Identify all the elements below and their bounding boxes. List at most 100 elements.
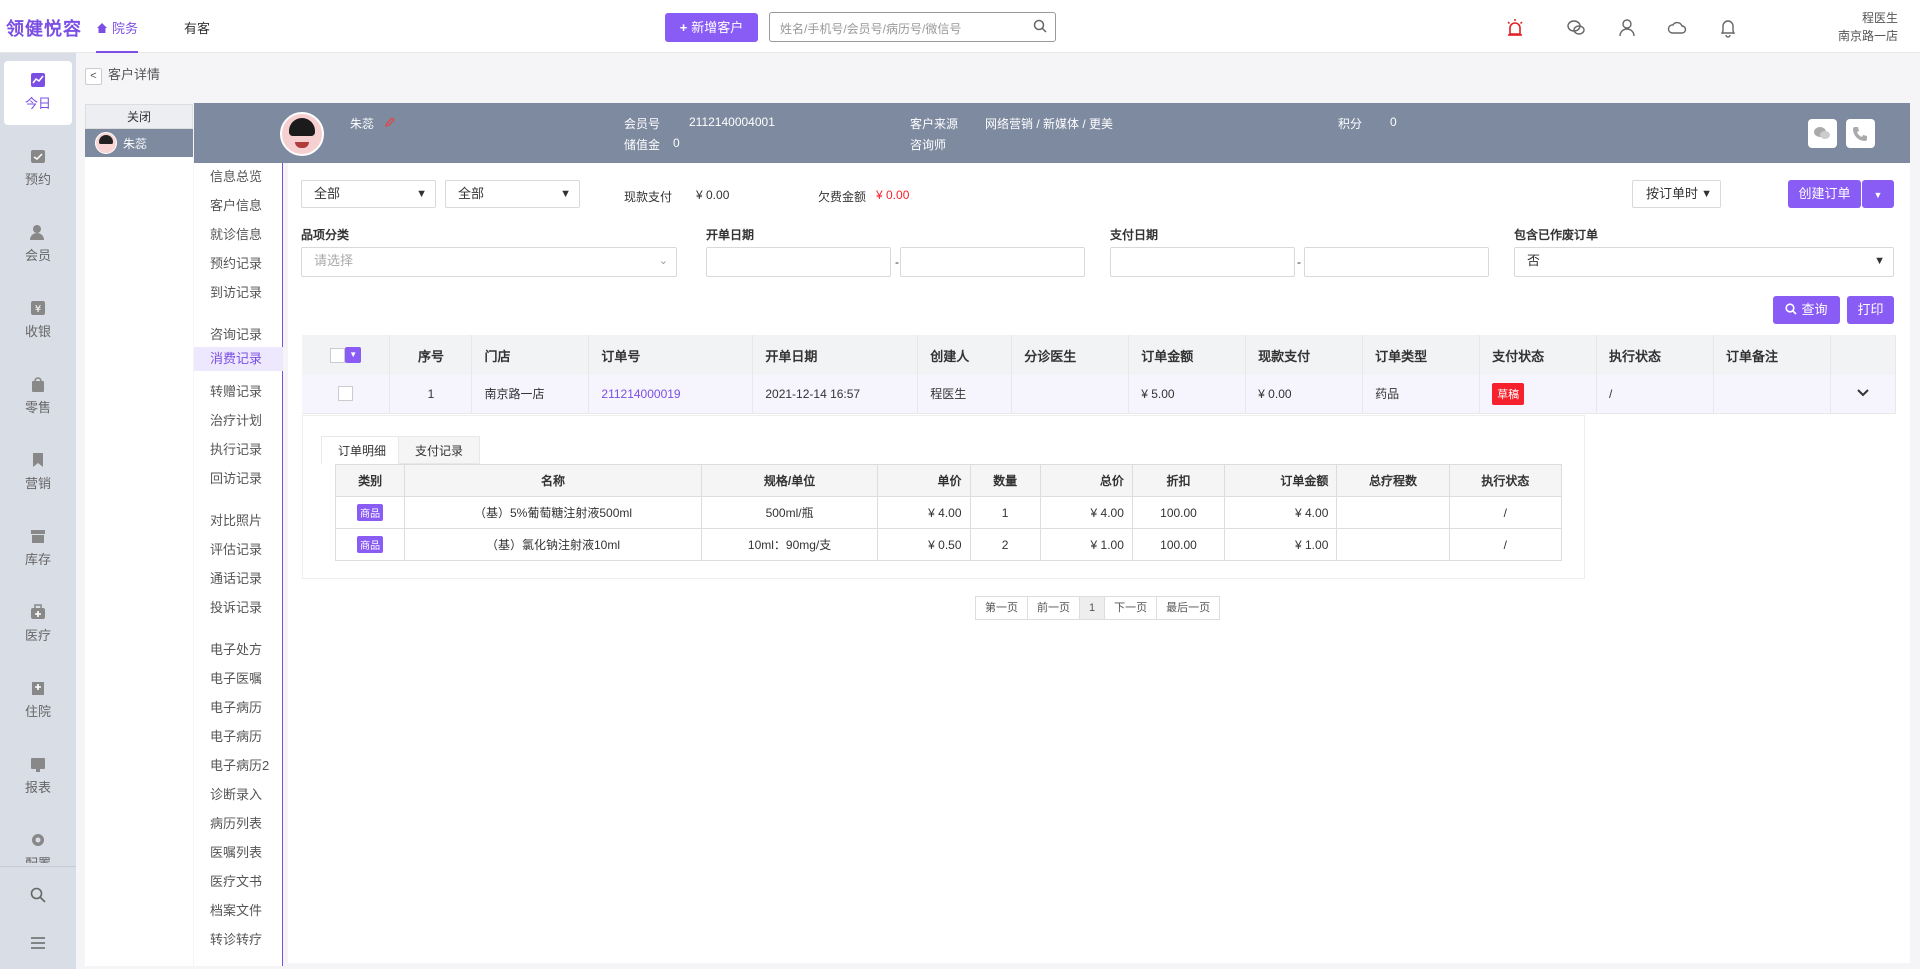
bag-icon <box>32 377 44 392</box>
next-page-button[interactable]: 下一页 <box>1104 596 1158 620</box>
sidebar-item-appointment[interactable]: 预约 <box>0 137 76 201</box>
order-no-link[interactable]: 211214000019 <box>588 375 754 414</box>
submenu-item[interactable]: 医嘱列表 <box>210 842 262 861</box>
cloud-icon[interactable] <box>1667 18 1687 38</box>
submenu-item[interactable]: 评估记录 <box>210 539 262 558</box>
col-header: 单价 <box>877 464 971 497</box>
create-order-dropdown[interactable]: ▼ <box>1862 180 1894 208</box>
submenu-item[interactable]: 诊断录入 <box>210 784 262 803</box>
sidebar-item-retail[interactable]: 零售 <box>0 365 76 429</box>
submenu-item[interactable]: 电子处方 <box>210 639 262 658</box>
chevron-down-icon: ▼ <box>1701 188 1712 200</box>
tab-youke[interactable]: 有客 <box>184 18 210 37</box>
user-icon <box>30 225 44 240</box>
sidebar-item-inpatient[interactable]: 住院 <box>0 669 76 733</box>
back-icon[interactable]: < <box>85 68 102 85</box>
search-icon[interactable] <box>29 886 47 904</box>
row-checkbox[interactable] <box>338 386 354 402</box>
pay-date-start-input[interactable] <box>1110 247 1295 277</box>
sidebar-item-today[interactable]: 今日 <box>4 61 72 125</box>
submenu-item[interactable]: 就诊信息 <box>210 224 262 243</box>
tab-payment-records[interactable]: 支付记录 <box>398 436 481 464</box>
submenu-item[interactable]: 医疗文书 <box>210 871 262 890</box>
alarm-icon[interactable] <box>1505 18 1525 38</box>
sidebar-item-medical[interactable]: 医疗 <box>0 593 76 657</box>
edit-icon[interactable] <box>384 116 396 128</box>
submenu-item[interactable]: 投诉记录 <box>210 597 262 616</box>
pay-date-end-input[interactable] <box>1304 247 1489 277</box>
close-all-button[interactable]: 关闭 <box>85 104 193 129</box>
consumption-panel: 全部 ▼ 全部 ▼ 现款支付 ¥ 0.00 欠费金额 ¥ 0.00 按订单时 ▼ 创建… <box>288 163 1910 963</box>
submenu-item[interactable]: 执行记录 <box>210 439 262 458</box>
submenu-item[interactable]: 病历列表 <box>210 813 262 832</box>
tab-order-detail[interactable]: 订单明细 <box>321 436 404 464</box>
submenu-item-consumption[interactable]: 消费记录 <box>194 347 283 371</box>
submenu-item[interactable]: 档案文件 <box>210 900 262 919</box>
wechat-icon[interactable] <box>1566 18 1586 38</box>
menu-icon[interactable] <box>29 934 47 952</box>
current-page[interactable]: 1 <box>1079 596 1106 620</box>
deposit-label: 储值金 <box>624 138 661 152</box>
submenu-item[interactable]: 转赠记录 <box>210 381 262 400</box>
source-label: 客户来源 <box>910 117 959 131</box>
open-date-end-input[interactable] <box>900 247 1085 277</box>
user-icon[interactable] <box>1617 18 1637 38</box>
submenu-item[interactable]: 转诊转疗 <box>210 929 262 948</box>
table-row: 商品 （基）氯化钠注射液10ml 10ml：90mg/支 ¥ 0.50 2 ¥ … <box>334 528 1563 561</box>
chart-icon <box>31 73 45 87</box>
sidebar-item-member[interactable]: 会员 <box>0 213 76 277</box>
bell-icon[interactable] <box>1718 18 1738 38</box>
open-date-start-input[interactable] <box>706 247 891 277</box>
patient-tab[interactable]: 朱蕊 <box>85 129 193 157</box>
order-by-select[interactable]: 按订单时 ▼ <box>1632 180 1721 208</box>
submenu-item[interactable]: 电子病历2 <box>210 755 269 774</box>
sidebar-item-inventory[interactable]: 库存 <box>0 517 76 581</box>
sidebar-item-cashier[interactable]: ¥ 收银 <box>0 289 76 353</box>
chevron-down-icon[interactable] <box>1856 388 1870 398</box>
submenu-item[interactable]: 预约记录 <box>210 253 262 272</box>
wechat-button[interactable] <box>1808 119 1837 148</box>
avatar <box>95 132 117 154</box>
cell-remark <box>1713 375 1831 414</box>
new-customer-button[interactable]: + 新增客户 <box>665 13 758 42</box>
first-page-button[interactable]: 第一页 <box>975 596 1028 620</box>
points-label: 积分 <box>1338 117 1363 131</box>
submenu-item[interactable]: 信息总览 <box>210 166 262 185</box>
tab-yuanwu[interactable]: 院务 <box>96 18 139 53</box>
sidebar-item-settings[interactable]: 配置 <box>0 821 76 863</box>
cell-exec-status: / <box>1596 375 1714 414</box>
prev-page-button[interactable]: 前一页 <box>1027 596 1080 620</box>
include-void-select[interactable]: 否 ▼ <box>1514 247 1894 277</box>
user-store: 南京路一店 <box>1837 29 1898 43</box>
call-button[interactable] <box>1846 119 1875 148</box>
search-icon[interactable] <box>1033 19 1047 33</box>
col-header-expand <box>1830 335 1897 375</box>
select-all-checkbox[interactable] <box>330 347 346 363</box>
filter-select-2[interactable]: 全部 ▼ <box>445 180 580 208</box>
create-order-button[interactable]: 创建订单 <box>1788 180 1861 208</box>
select-all-header: ▼ <box>302 335 391 375</box>
cell-qty: 2 <box>969 528 1041 561</box>
filter-select-1[interactable]: 全部 ▼ <box>301 180 436 208</box>
category-select[interactable]: 请选择 ⌄ <box>301 247 677 277</box>
table-row[interactable]: 1 南京路一店 211214000019 2021-12-14 16:57 程医… <box>302 375 1897 414</box>
last-page-button[interactable]: 最后一页 <box>1156 596 1221 620</box>
submenu-item[interactable]: 客户信息 <box>210 195 262 214</box>
submenu-item[interactable]: 电子病历 <box>210 726 262 745</box>
search-input[interactable]: 姓名/手机号/会员号/病历号/微信号 <box>769 12 1056 42</box>
sidebar-item-label: 医疗 <box>24 628 51 643</box>
sidebar-item-marketing[interactable]: 营销 <box>0 441 76 505</box>
sidebar-item-reports[interactable]: 报表 <box>0 745 76 809</box>
submenu-item[interactable]: 治疗计划 <box>210 410 262 429</box>
submenu-item[interactable]: 回访记录 <box>210 468 262 487</box>
submenu-item[interactable]: 咨询记录 <box>210 324 262 343</box>
submenu-item[interactable]: 电子病历 <box>210 697 262 716</box>
submenu-item[interactable]: 到访记录 <box>210 282 262 301</box>
print-button[interactable]: 打印 <box>1847 296 1894 324</box>
select-dropdown-icon[interactable]: ▼ <box>345 347 362 364</box>
user-info[interactable]: 程医生 南京路一店 <box>1838 9 1898 45</box>
submenu-item[interactable]: 通话记录 <box>210 568 262 587</box>
submenu-item[interactable]: 电子医嘱 <box>210 668 262 687</box>
submenu-item[interactable]: 对比照片 <box>210 510 262 529</box>
query-button[interactable]: 查询 <box>1773 296 1840 324</box>
